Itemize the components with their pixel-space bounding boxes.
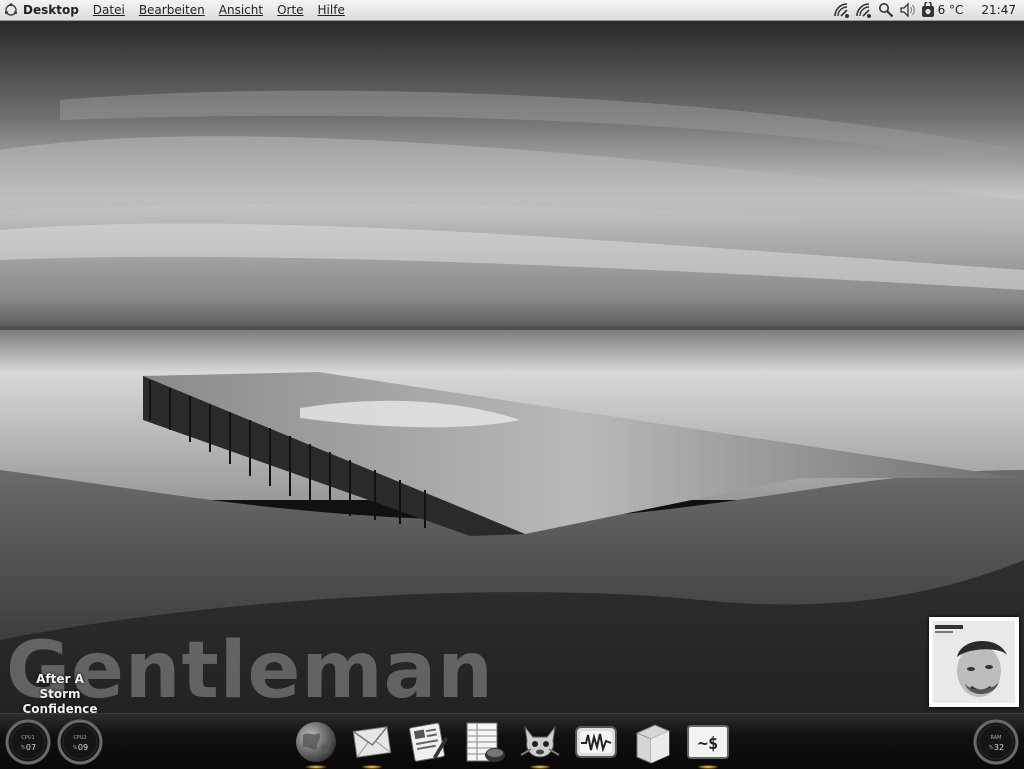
cpu1-gauge: CPU1 % 07 [4, 718, 52, 766]
cpu2-unit: % [73, 745, 78, 751]
menu-datei[interactable]: Datei [86, 0, 132, 21]
menu-orte[interactable]: Orte [270, 0, 310, 21]
clock[interactable]: 21:47 [967, 3, 1024, 17]
spreadsheet-icon [466, 722, 505, 762]
now-playing-widget: After A Storm Confidence [14, 672, 106, 717]
ubuntu-logo-icon[interactable] [1, 0, 21, 21]
cpu2-label: CPU2 [73, 735, 86, 741]
terminal-glyph: ~$ [698, 734, 718, 754]
cpu1-unit: % [21, 745, 26, 751]
editor-icon [409, 722, 448, 762]
system-monitor-icon [575, 726, 617, 758]
network-icon[interactable] [831, 0, 853, 21]
box-icon [636, 724, 670, 764]
weather-icon[interactable] [921, 2, 935, 18]
menu-hilfe[interactable]: Hilfe [311, 0, 352, 21]
bottom-panel: CPU1 % 07 CPU2 % 09 ~$ RAM % 32 [0, 713, 1024, 769]
gimp-icon [520, 725, 560, 758]
ram-unit: % [989, 745, 994, 751]
top-panel: Desktop Datei Bearbeiten Ansicht Orte Hi… [0, 0, 1024, 21]
cpu1-value: 07 [26, 743, 36, 752]
ram-label: RAM [990, 735, 1001, 741]
cpu1-label: CPU1 [21, 735, 34, 741]
now-playing-title: After A Storm [36, 672, 84, 701]
running-indicator [529, 765, 551, 769]
ram-gauge: RAM % 32 [972, 718, 1020, 766]
menu-bearbeiten[interactable]: Bearbeiten [132, 0, 212, 21]
system-tray: 6 °C 21:47 [831, 0, 1024, 21]
dock-item-gimp[interactable] [512, 719, 568, 769]
volume-icon[interactable] [897, 0, 919, 21]
ram-value: 32 [994, 743, 1004, 752]
mail-icon [352, 726, 392, 758]
dock-item-system-monitor[interactable] [568, 719, 624, 767]
menu-desktop[interactable]: Desktop [21, 0, 86, 21]
cpu2-value: 09 [78, 743, 88, 752]
menu-ansicht[interactable]: Ansicht [212, 0, 270, 21]
running-indicator [305, 765, 327, 769]
globe-icon [296, 722, 336, 762]
dock-item-terminal[interactable]: ~$ [680, 719, 736, 769]
temperature-label: 6 °C [937, 3, 964, 17]
dock: ~$ [288, 719, 736, 769]
running-indicator [361, 765, 383, 769]
running-indicator [697, 765, 719, 769]
cpu2-gauge: CPU2 % 09 [56, 718, 104, 766]
dock-item-mail[interactable] [344, 719, 400, 769]
network-icon[interactable] [853, 0, 875, 21]
dock-item-spreadsheet[interactable] [456, 719, 512, 767]
album-cover[interactable] [929, 617, 1019, 707]
search-icon[interactable] [875, 0, 897, 21]
terminal-icon: ~$ [687, 725, 729, 759]
dock-item-editor[interactable] [400, 719, 456, 767]
dock-item-box[interactable] [624, 719, 680, 767]
dock-item-browser[interactable] [288, 719, 344, 769]
